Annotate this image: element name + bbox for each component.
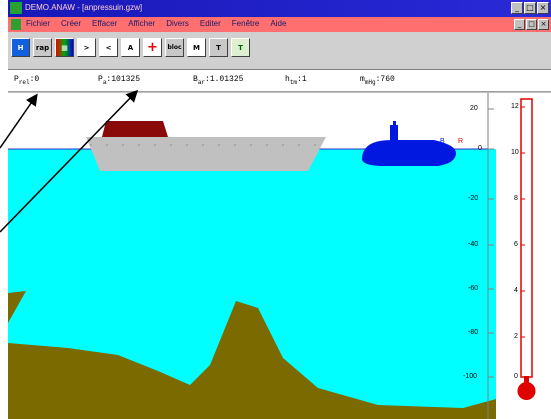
depth-label: 20: [470, 105, 478, 112]
previous-icon[interactable]: <: [99, 38, 118, 57]
thermometer-tube: [520, 98, 533, 378]
arrow-h-icon[interactable]: H: [11, 38, 30, 57]
submarine-label-r: R: [458, 138, 463, 145]
submarine-periscope: [393, 121, 396, 126]
menu-fichier[interactable]: Fichier: [26, 19, 50, 28]
depth-label: -100: [463, 373, 478, 380]
text-icon[interactable]: A: [121, 38, 140, 57]
thermometer-label: 0: [514, 373, 518, 380]
thermometer-label: 12: [511, 103, 519, 110]
maximize-button[interactable]: □: [524, 2, 536, 14]
param-p-a: Pa:101325: [98, 75, 141, 86]
thermometer-label: 2: [514, 333, 518, 340]
doc-minimize-button[interactable]: _: [514, 19, 525, 30]
next-icon[interactable]: >: [77, 38, 96, 57]
depth-label: 0: [478, 145, 482, 152]
menu-fenetre[interactable]: Fenêtre: [232, 19, 260, 28]
menu-aide[interactable]: Aide: [270, 19, 286, 28]
close-button[interactable]: ×: [537, 2, 549, 14]
menu-editer[interactable]: Editer: [200, 19, 221, 28]
simulation-canvas[interactable]: B R 20 0 -20 -40 -60 -80 -100 12 10 8 6 …: [8, 93, 551, 419]
param-b-ar: Bar:1.01325: [193, 75, 244, 86]
document-icon[interactable]: [11, 19, 21, 30]
depth-label: -20: [468, 195, 479, 202]
boat-cabin[interactable]: [102, 121, 168, 137]
measure-icon[interactable]: M: [187, 38, 206, 57]
depth-label: -80: [468, 329, 479, 336]
block-icon[interactable]: bloc: [165, 38, 184, 57]
depth-label: -60: [468, 285, 479, 292]
submarine-label-b: B: [440, 138, 445, 145]
tool-icon[interactable]: T: [209, 38, 228, 57]
thermometer-label: 4: [514, 287, 518, 294]
thermometer-label: 10: [511, 149, 519, 156]
report-icon[interactable]: rap: [33, 38, 52, 57]
menu-bar: Fichier Créer Effacer Afficher Divers Ed…: [8, 17, 551, 32]
minimize-button[interactable]: _: [511, 2, 523, 14]
window-title: DEMO.ANAW - [anpressuin.gzw]: [25, 3, 143, 12]
menu-items: Fichier Créer Effacer Afficher Divers Ed…: [26, 19, 286, 28]
doc-restore-button[interactable]: □: [526, 19, 537, 30]
template-icon[interactable]: T: [231, 38, 250, 57]
palette-icon[interactable]: ▦: [55, 38, 74, 57]
thermometer-bulb: [517, 382, 536, 400]
param-p-rel: Prel:0: [14, 75, 40, 86]
doc-close-button[interactable]: ×: [538, 19, 549, 30]
menu-effacer[interactable]: Effacer: [92, 19, 117, 28]
scene-drawing: B R: [8, 93, 551, 419]
menu-creer[interactable]: Créer: [61, 19, 81, 28]
menu-divers[interactable]: Divers: [166, 19, 189, 28]
boat-hull[interactable]: [86, 137, 326, 171]
app-window: DEMO.ANAW - [anpressuin.gzw] _ □ × Fichi…: [8, 0, 551, 419]
toolbar: H rap ▦ > < A + bloc M T T: [8, 32, 551, 70]
menu-afficher[interactable]: Afficher: [128, 19, 155, 28]
param-m-mhg: mmHg:760: [360, 75, 395, 86]
submarine-tower: [390, 125, 398, 141]
param-h-tm: htm:1: [285, 75, 307, 86]
app-icon[interactable]: [10, 2, 22, 14]
document-window-controls: _ □ ×: [514, 19, 549, 30]
depth-label: -40: [468, 241, 479, 248]
window-controls: _ □ ×: [511, 2, 549, 14]
title-bar[interactable]: DEMO.ANAW - [anpressuin.gzw] _ □ ×: [8, 0, 551, 17]
thermometer-label: 8: [514, 195, 518, 202]
crosshair-icon[interactable]: +: [143, 38, 162, 57]
thermometer-label: 6: [514, 241, 518, 248]
pressure-readout-bar: Prel:0 Pa:101325 Bar:1.01325 htm:1 mmHg:…: [8, 70, 551, 92]
